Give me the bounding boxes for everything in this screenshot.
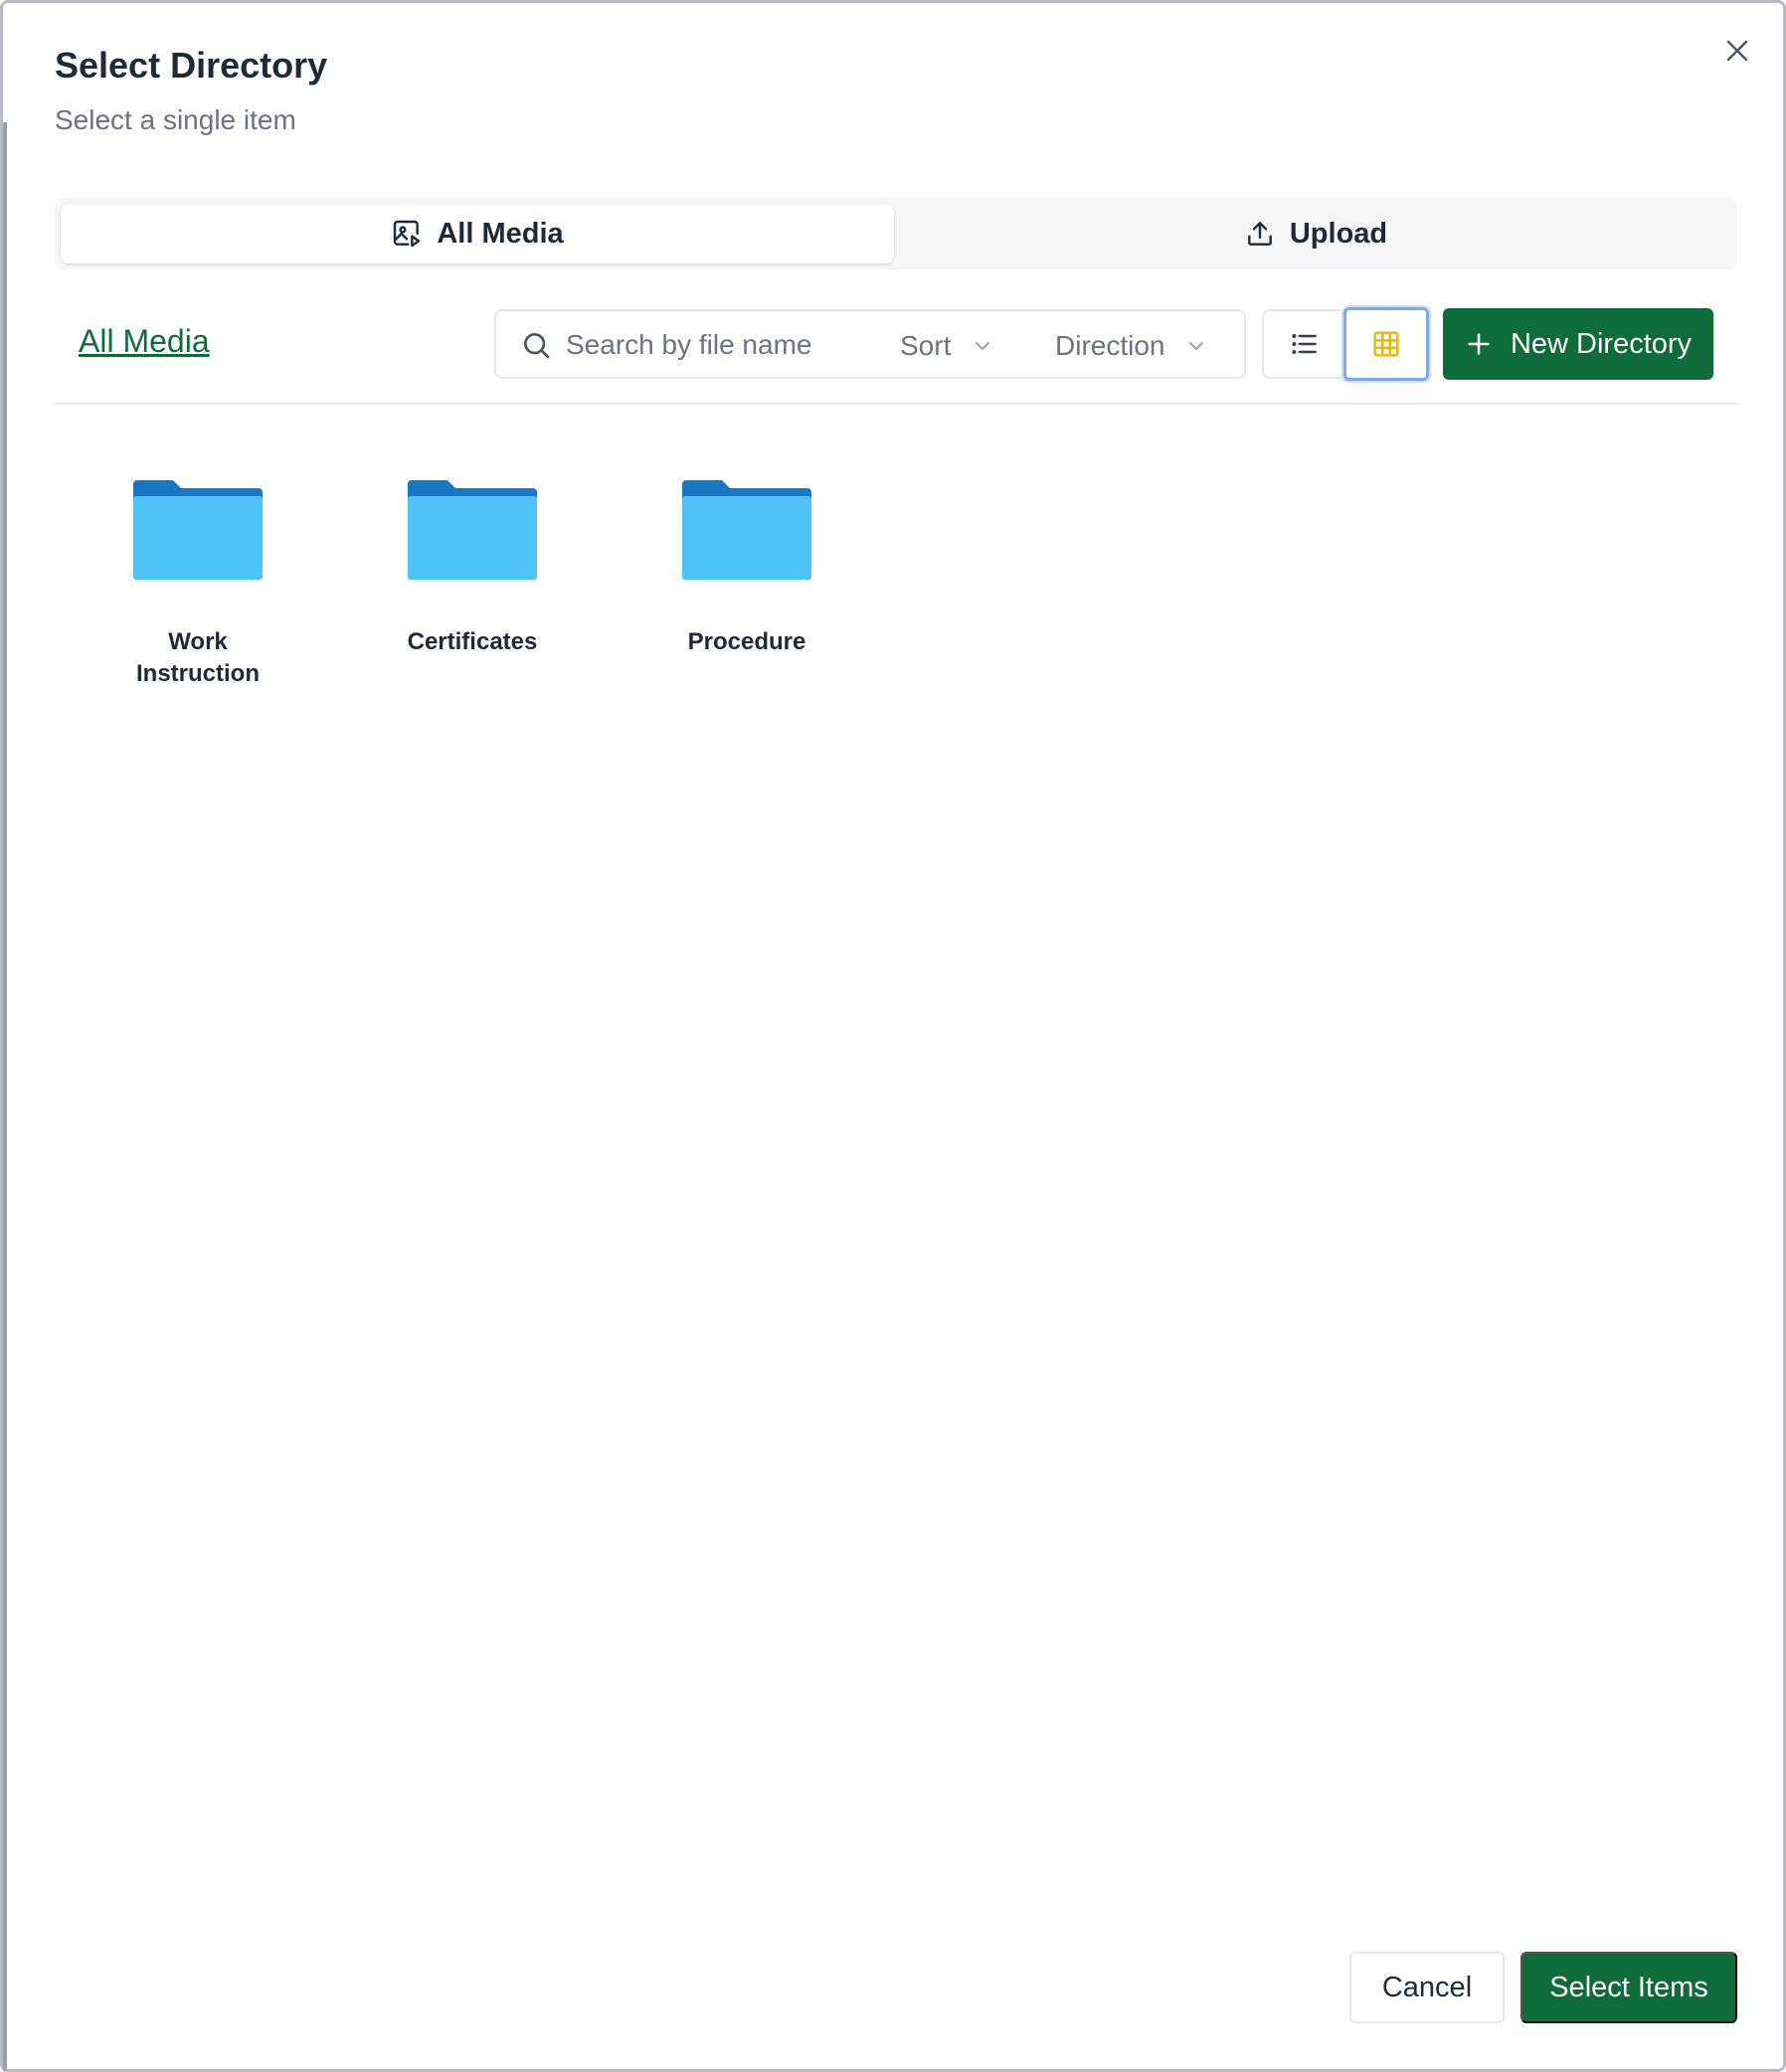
select-directory-dialog: Select Directory Select a single item Al… xyxy=(0,0,1786,2072)
direction-label: Direction xyxy=(1055,330,1165,361)
folder-item[interactable]: Certificates xyxy=(375,480,570,658)
cancel-button[interactable]: Cancel xyxy=(1349,1952,1505,2023)
breadcrumb-all-media[interactable]: All Media xyxy=(79,323,210,360)
folder-name: Certificates xyxy=(407,628,538,655)
tab-all-media[interactable]: All Media xyxy=(61,204,894,263)
folder-icon xyxy=(408,480,537,580)
close-button[interactable] xyxy=(1719,33,1755,69)
folder-name: Procedure xyxy=(687,628,806,655)
folder-name: Work Instruction xyxy=(136,628,260,687)
plus-icon xyxy=(1468,333,1490,355)
chevron-down-icon xyxy=(1189,342,1204,350)
grid-icon xyxy=(1373,331,1399,357)
folder-icon xyxy=(133,480,263,580)
folder-icon xyxy=(682,480,811,580)
direction-select[interactable]: Direction xyxy=(1055,323,1208,369)
tab-bar: All Media Upload xyxy=(55,198,1737,269)
view-mode-toggle xyxy=(1262,307,1429,381)
list-view-button[interactable] xyxy=(1262,309,1345,379)
select-items-button[interactable]: Select Items xyxy=(1520,1952,1737,2023)
search-icon xyxy=(524,333,550,359)
new-directory-button[interactable]: New Directory xyxy=(1443,308,1713,380)
dialog-title: Select Directory xyxy=(55,45,328,86)
sort-select[interactable]: Sort xyxy=(900,323,994,369)
tab-all-media-label: All Media xyxy=(437,217,564,250)
close-icon xyxy=(1726,40,1748,62)
new-directory-label: New Directory xyxy=(1510,327,1693,360)
media-icon xyxy=(394,220,421,248)
upload-icon xyxy=(1247,222,1272,246)
folder-item[interactable]: Procedure xyxy=(649,480,844,658)
sort-label: Sort xyxy=(900,330,952,361)
dialog-edge xyxy=(3,122,7,2071)
tab-upload-label: Upload xyxy=(1289,217,1388,250)
folder-item[interactable]: Work Instruction xyxy=(100,480,295,690)
search-sort-bar: Sort Direction xyxy=(494,309,1246,379)
tab-upload[interactable]: Upload xyxy=(900,204,1731,263)
toolbar-divider xyxy=(55,403,1737,405)
grid-view-button[interactable] xyxy=(1343,307,1429,381)
search-input[interactable] xyxy=(566,321,864,369)
dialog-subtitle: Select a single item xyxy=(55,104,296,135)
chevron-down-icon xyxy=(976,342,990,350)
list-icon xyxy=(1292,334,1317,354)
